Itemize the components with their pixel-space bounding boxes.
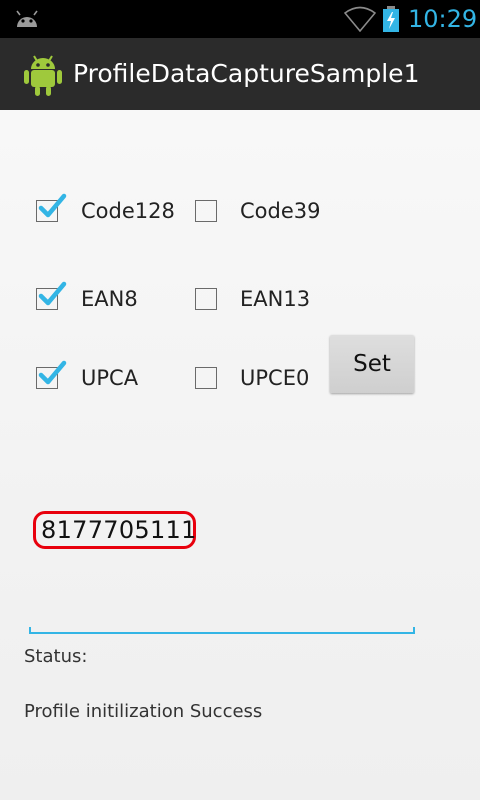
clock-time: 10:29 xyxy=(408,5,478,33)
main-content: Code128 Code39 EAN8 EAN13 UPCA UPCE0 Set… xyxy=(0,110,480,800)
android-debug-icon xyxy=(16,10,38,27)
checkbox-box[interactable] xyxy=(36,360,67,389)
checkbox-label: Code39 xyxy=(240,199,321,223)
status-bar: 10:29 xyxy=(0,0,480,38)
checkbox-label: UPCA xyxy=(81,366,139,390)
scan-input-field[interactable] xyxy=(29,626,415,634)
checkbox-upce0[interactable]: UPCE0 xyxy=(195,365,309,391)
checkbox-box[interactable] xyxy=(36,281,67,310)
checkbox-box[interactable] xyxy=(36,193,67,222)
checkbox-box[interactable] xyxy=(195,200,217,222)
checkmark-icon xyxy=(38,193,67,218)
checkmark-icon xyxy=(38,360,67,385)
checkbox-ean13[interactable]: EAN13 xyxy=(195,286,310,312)
checkmark-icon xyxy=(38,281,67,306)
checkbox-box[interactable] xyxy=(195,288,217,310)
status-label: Status: xyxy=(24,646,88,667)
wifi-icon xyxy=(344,6,376,32)
input-underline-right xyxy=(413,627,415,634)
checkbox-upca[interactable]: UPCA xyxy=(36,360,139,391)
battery-charging-icon xyxy=(383,6,399,32)
action-bar: ProfileDataCaptureSample1 xyxy=(0,38,480,110)
checkbox-code128[interactable]: Code128 xyxy=(36,193,175,224)
checkbox-label: Code128 xyxy=(81,199,175,223)
checkbox-ean8[interactable]: EAN8 xyxy=(36,281,138,312)
status-message: Profile initilization Success xyxy=(24,701,263,722)
app-title: ProfileDataCaptureSample1 xyxy=(73,59,420,88)
checkbox-label: EAN13 xyxy=(240,287,311,311)
android-robot-icon[interactable] xyxy=(22,53,64,97)
scanned-barcode-value: 8177705111 xyxy=(41,516,197,544)
input-underline xyxy=(29,632,415,634)
set-button[interactable]: Set xyxy=(330,335,414,393)
checkbox-code39[interactable]: Code39 xyxy=(195,198,320,224)
checkbox-label: UPCE0 xyxy=(240,366,310,390)
checkbox-box[interactable] xyxy=(195,367,217,389)
checkbox-label: EAN8 xyxy=(81,287,138,311)
